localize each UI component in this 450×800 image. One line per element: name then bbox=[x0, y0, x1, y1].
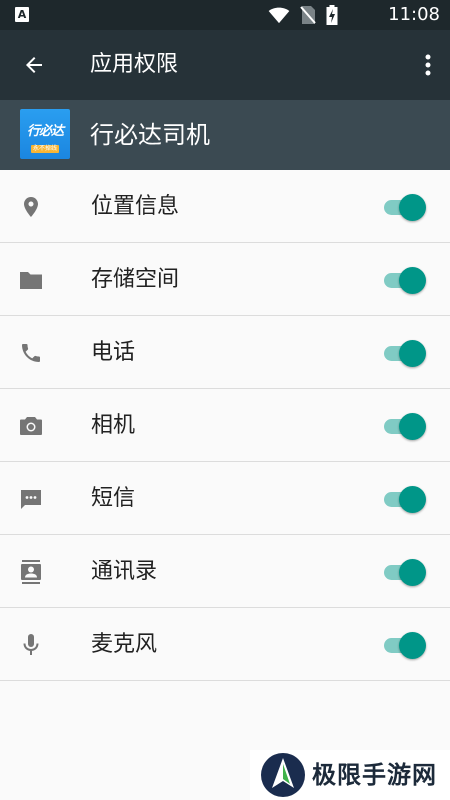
permission-label: 存储空间 bbox=[91, 267, 180, 292]
phone-icon bbox=[17, 339, 45, 367]
storage-toggle[interactable] bbox=[382, 265, 428, 295]
status-bar: A 11:08 bbox=[0, 0, 450, 30]
toggle-thumb bbox=[399, 486, 426, 513]
page-title: 应用权限 bbox=[90, 52, 179, 77]
toggle-thumb bbox=[399, 340, 426, 367]
more-options-button[interactable] bbox=[420, 50, 436, 80]
permission-row-microphone[interactable]: 麦克风 bbox=[0, 608, 450, 681]
permission-label: 位置信息 bbox=[91, 194, 180, 219]
permission-row-contacts[interactable]: 通讯录 bbox=[0, 535, 450, 608]
permission-label: 电话 bbox=[91, 340, 136, 365]
arrow-back-icon bbox=[26, 57, 42, 73]
clock: 11:08 bbox=[388, 4, 440, 25]
permission-row-location[interactable]: 位置信息 bbox=[0, 170, 450, 243]
watermark-logo-icon bbox=[261, 753, 305, 797]
wifi-icon bbox=[268, 7, 290, 24]
permission-label: 麦克风 bbox=[91, 632, 158, 657]
permission-row-storage[interactable]: 存储空间 bbox=[0, 243, 450, 316]
app-logo-text: 行必达 bbox=[26, 124, 64, 139]
contacts-icon bbox=[17, 558, 45, 586]
watermark-text: 极限手游网 bbox=[312, 761, 437, 789]
permission-label: 短信 bbox=[91, 486, 136, 511]
toolbar: 应用权限 bbox=[0, 30, 450, 100]
folder-icon bbox=[17, 266, 45, 294]
watermark: 极限手游网 bbox=[250, 750, 450, 800]
battery-charging-icon bbox=[326, 5, 338, 25]
permission-row-camera[interactable]: 相机 bbox=[0, 389, 450, 462]
app-logo: 行必达 永不掉线 bbox=[20, 109, 70, 159]
phone-toggle[interactable] bbox=[382, 338, 428, 368]
app-header: 行必达 永不掉线 行必达司机 bbox=[0, 100, 450, 170]
permission-row-sms[interactable]: 短信 bbox=[0, 462, 450, 535]
permission-label: 通讯录 bbox=[91, 559, 158, 584]
toggle-thumb bbox=[399, 413, 426, 440]
location-toggle[interactable] bbox=[382, 192, 428, 222]
notification-app-icon: A bbox=[15, 7, 29, 22]
camera-icon bbox=[17, 412, 45, 440]
toggle-thumb bbox=[399, 194, 426, 221]
microphone-icon bbox=[17, 631, 45, 659]
more-vert-icon bbox=[425, 54, 431, 76]
permission-row-phone[interactable]: 电话 bbox=[0, 316, 450, 389]
camera-toggle[interactable] bbox=[382, 411, 428, 441]
sms-toggle[interactable] bbox=[382, 484, 428, 514]
app-name: 行必达司机 bbox=[90, 121, 210, 149]
location-icon bbox=[17, 193, 45, 221]
app-logo-tag: 永不掉线 bbox=[31, 145, 59, 153]
microphone-toggle[interactable] bbox=[382, 630, 428, 660]
back-button[interactable] bbox=[16, 47, 52, 83]
toggle-thumb bbox=[399, 632, 426, 659]
toggle-thumb bbox=[399, 267, 426, 294]
toggle-thumb bbox=[399, 559, 426, 586]
permission-label: 相机 bbox=[91, 413, 136, 438]
permission-list: 位置信息 存储空间 电话 相机 短信 通讯录 麦克风 bbox=[0, 170, 450, 681]
no-sim-icon bbox=[300, 6, 316, 24]
sms-icon bbox=[17, 485, 45, 513]
contacts-toggle[interactable] bbox=[382, 557, 428, 587]
status-icons bbox=[268, 5, 338, 25]
